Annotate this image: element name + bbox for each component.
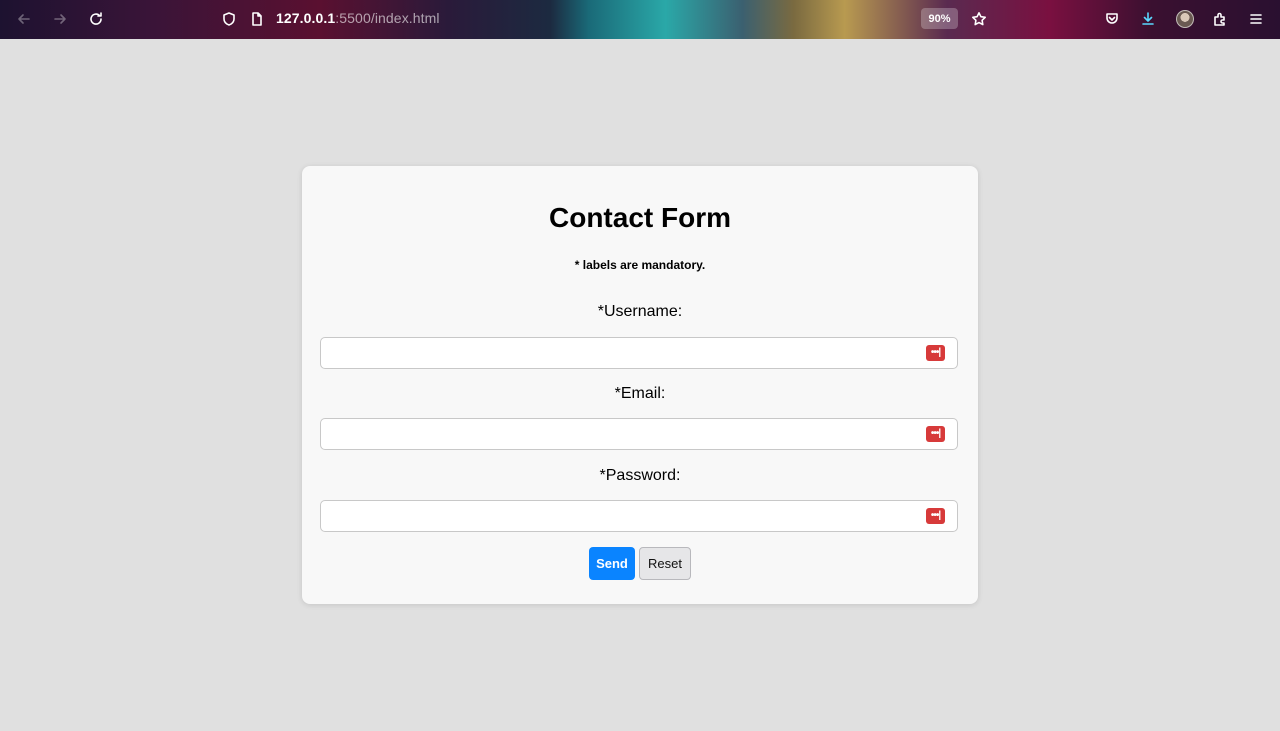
avatar[interactable] bbox=[1176, 10, 1194, 28]
forward-icon[interactable] bbox=[49, 8, 71, 30]
bookmark-star-icon[interactable] bbox=[968, 8, 990, 30]
zoom-level-badge[interactable]: 90% bbox=[921, 8, 958, 29]
password-manager-icon[interactable]: •••| bbox=[926, 345, 945, 361]
password-input[interactable] bbox=[321, 501, 931, 531]
mandatory-note: * labels are mandatory. bbox=[574, 258, 706, 272]
page-title: Contact Form bbox=[549, 202, 731, 233]
page-icon[interactable] bbox=[246, 8, 268, 30]
password-label: *Password: bbox=[599, 467, 681, 484]
download-icon[interactable] bbox=[1137, 8, 1159, 30]
reset-button[interactable]: Reset bbox=[639, 547, 691, 580]
username-label: *Username: bbox=[597, 303, 683, 320]
url-host: 127.0.0.1 bbox=[276, 10, 336, 26]
email-field[interactable]: •••| bbox=[320, 418, 958, 450]
email-label: *Email: bbox=[614, 385, 666, 402]
shield-icon[interactable] bbox=[218, 8, 240, 30]
send-button[interactable]: Send bbox=[589, 547, 635, 580]
username-input[interactable] bbox=[321, 338, 931, 368]
url-path: :5500/index.html bbox=[335, 10, 440, 26]
email-input[interactable] bbox=[321, 419, 931, 449]
username-field[interactable]: •••| bbox=[320, 337, 958, 369]
pocket-icon[interactable] bbox=[1101, 8, 1123, 30]
extensions-icon[interactable] bbox=[1209, 8, 1231, 30]
password-manager-icon[interactable]: •••| bbox=[926, 508, 945, 524]
back-icon[interactable] bbox=[13, 8, 35, 30]
address-bar[interactable]: 127.0.0.1:5500/index.html bbox=[276, 10, 440, 26]
password-manager-icon[interactable]: •••| bbox=[926, 426, 945, 442]
menu-icon[interactable] bbox=[1245, 8, 1267, 30]
password-field[interactable]: •••| bbox=[320, 500, 958, 532]
reload-icon[interactable] bbox=[85, 8, 107, 30]
browser-toolbar: 127.0.0.1:5500/index.html 90% bbox=[0, 0, 1280, 39]
